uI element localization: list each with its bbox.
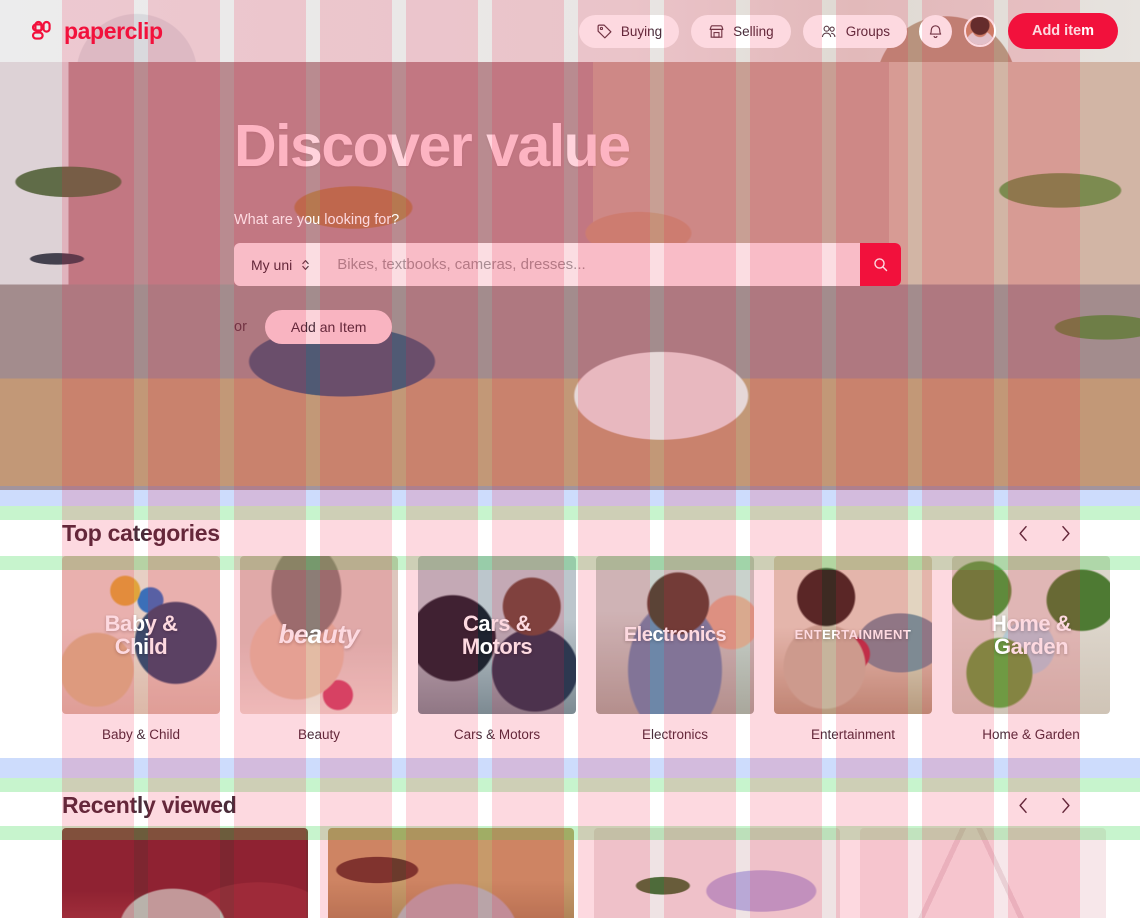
category-card[interactable]: beauty Beauty	[240, 556, 398, 742]
olympus-camera-photo	[62, 828, 308, 918]
add-an-item-button[interactable]: Add an Item	[264, 310, 393, 344]
add-item-button[interactable]: Add item	[1007, 13, 1118, 49]
nav-item-groups-label: Groups	[845, 23, 890, 39]
recently-viewed-card[interactable]	[328, 828, 574, 918]
hero-section: Discover value What are you looking for?…	[0, 62, 1140, 490]
recently-viewed-carousel-controls	[1010, 792, 1078, 818]
category-image: ENTERTAINMENT	[774, 556, 932, 714]
search-submit-button[interactable]	[860, 243, 901, 286]
category-label: Baby & Child	[101, 727, 181, 742]
recently-viewed-card[interactable]	[594, 828, 840, 918]
category-overlay-text: Baby & Child	[104, 610, 178, 659]
section-title: Top categories	[62, 519, 220, 546]
category-overlay-text: Electronics	[623, 623, 727, 646]
chevron-left-icon	[1018, 525, 1027, 541]
category-overlay-text: Cars & Motors	[461, 610, 533, 659]
category-label: Entertainment	[810, 727, 896, 742]
nav-item-selling-label: Selling	[733, 23, 774, 39]
hero-content: Discover value What are you looking for?…	[234, 62, 934, 344]
carousel-next-button[interactable]	[1052, 792, 1078, 818]
category-card[interactable]: Baby & Child Baby & Child	[62, 556, 220, 742]
chevron-updown-icon	[302, 259, 309, 270]
clothes-rail-photo	[860, 828, 1106, 918]
headphones-photo	[328, 828, 574, 918]
category-image: Electronics	[596, 556, 754, 714]
nav-item-selling[interactable]: Selling	[691, 14, 791, 48]
top-categories-carousel-controls	[1010, 520, 1078, 546]
hero-title: Discover value	[234, 113, 631, 179]
paperclip-clover-logo-icon	[32, 20, 51, 40]
university-select[interactable]: My uni	[234, 243, 327, 286]
category-card[interactable]: ENTERTAINMENT Entertainment	[774, 556, 932, 742]
search-bar: My uni	[234, 243, 901, 286]
notifications-button[interactable]	[918, 14, 952, 48]
hero-subtitle: What are you looking for?	[234, 212, 400, 228]
or-label: or	[234, 319, 247, 335]
category-overlay-text: Home & Garden	[990, 610, 1072, 659]
brand-logo[interactable]: paperclip	[30, 19, 163, 44]
plant-vase-photo	[594, 828, 840, 918]
category-label: Cars & Motors	[453, 727, 541, 742]
category-label: Electronics	[641, 727, 709, 742]
chevron-right-icon	[1061, 525, 1070, 541]
carousel-prev-button[interactable]	[1010, 792, 1036, 818]
hero-secondary-action: or Add an Item	[234, 310, 934, 344]
chevron-right-icon	[1061, 797, 1070, 813]
nav-item-groups[interactable]: Groups	[802, 14, 907, 48]
category-overlay-text: ENTERTAINMENT	[794, 627, 912, 643]
site-header: paperclip Buying Selling Groups Add item	[0, 0, 1140, 62]
category-image: Home & Garden	[952, 556, 1110, 714]
category-image: beauty	[240, 556, 398, 714]
category-label: Home & Garden	[982, 727, 1080, 742]
category-card[interactable]: Cars & Motors Cars & Motors	[418, 556, 576, 742]
brand-name: paperclip	[64, 17, 163, 44]
carousel-next-button[interactable]	[1052, 520, 1078, 546]
carousel-prev-button[interactable]	[1010, 520, 1036, 546]
section-title: Recently viewed	[62, 791, 237, 818]
grid-row-band-blue	[0, 758, 1140, 778]
recently-viewed-section: Recently viewed	[0, 782, 1140, 918]
category-card[interactable]: Home & Garden Home & Garden	[952, 556, 1110, 742]
bell-icon	[929, 24, 942, 38]
university-select-value: My uni	[251, 256, 293, 273]
category-card[interactable]: Electronics Electronics	[596, 556, 754, 742]
storefront-icon	[709, 24, 724, 38]
nav-item-buying[interactable]: Buying	[578, 14, 680, 48]
paperclip-homepage: paperclip Buying Selling Groups Add item…	[0, 0, 1140, 918]
chevron-left-icon	[1018, 797, 1027, 813]
header-nav: Buying Selling Groups Add item	[578, 13, 1118, 49]
avatar[interactable]	[963, 15, 996, 47]
recently-viewed-header: Recently viewed	[0, 782, 1140, 828]
category-label: Beauty	[297, 727, 341, 742]
people-group-icon	[821, 25, 836, 37]
tag-icon	[597, 24, 612, 38]
category-overlay-text: beauty	[278, 619, 360, 650]
category-image: Baby & Child	[62, 556, 220, 714]
top-categories-list: Baby & Child Baby & Child beauty Beauty C…	[0, 556, 1140, 742]
recently-viewed-list	[0, 828, 1140, 918]
nav-item-buying-label: Buying	[620, 23, 663, 39]
category-image: Cars & Motors	[418, 556, 576, 714]
search-input[interactable]	[327, 243, 860, 286]
recently-viewed-card[interactable]	[62, 828, 308, 918]
recently-viewed-card[interactable]	[860, 828, 1106, 918]
top-categories-header: Top categories	[0, 510, 1140, 556]
top-categories-section: Top categories Baby & Child Baby & Child…	[0, 510, 1140, 742]
search-icon	[874, 258, 888, 272]
